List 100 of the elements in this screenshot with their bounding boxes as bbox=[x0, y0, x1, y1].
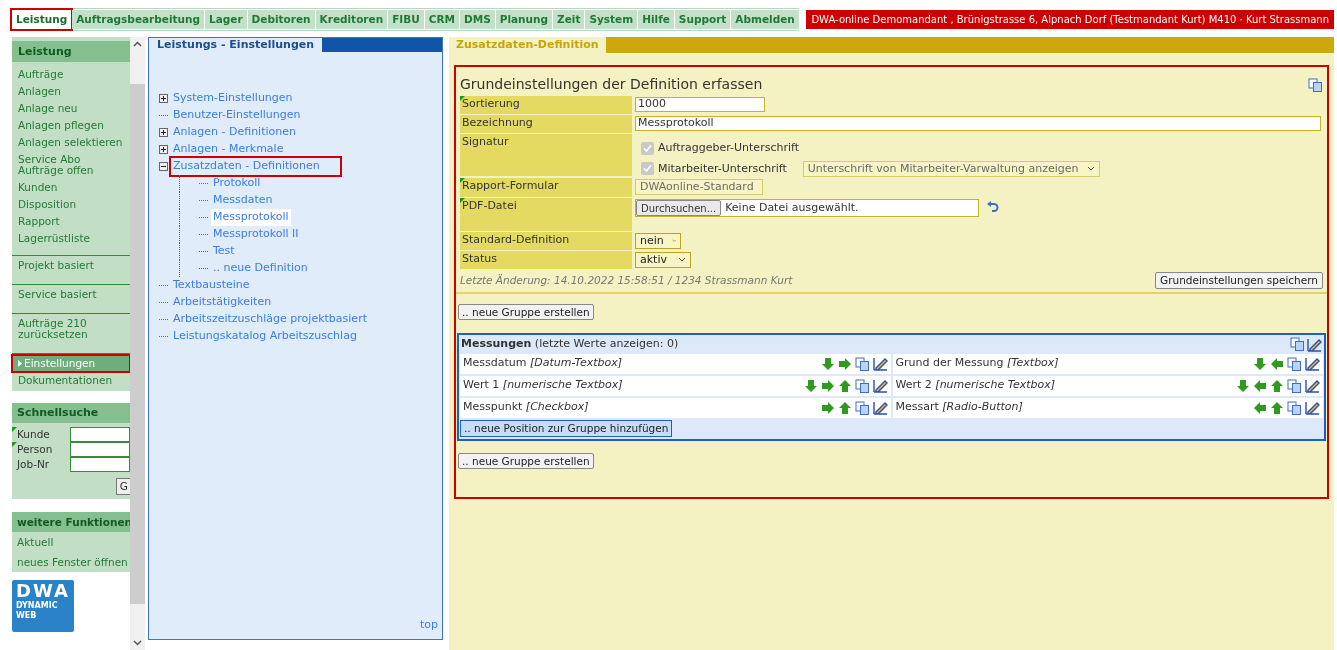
tree-link[interactable]: Protokoll bbox=[211, 175, 263, 192]
tree-link[interactable]: Anlagen - Definitionen bbox=[171, 124, 298, 141]
nav-tab[interactable]: Support bbox=[674, 10, 731, 29]
tree-link[interactable]: Zusatzdaten - Definitionen bbox=[171, 158, 340, 175]
sidebar-item[interactable]: Projekt basiert bbox=[12, 257, 130, 274]
add-position-button[interactable]: .. neue Position zur Gruppe hinzufügen bbox=[460, 419, 673, 437]
arrow-up-icon[interactable] bbox=[837, 400, 852, 415]
arrow-down-icon[interactable] bbox=[1253, 356, 1267, 371]
text-field[interactable]: 1000 bbox=[635, 97, 765, 112]
expand-icon[interactable] bbox=[159, 128, 168, 137]
checkmark-icon bbox=[643, 164, 652, 174]
sidebar-item[interactable]: Lagerrüstliste bbox=[12, 230, 130, 247]
nav-tab[interactable]: Abmelden bbox=[731, 10, 799, 29]
copy-icon[interactable] bbox=[1287, 378, 1302, 393]
panel-tab[interactable]: Zusatzdaten-Definition bbox=[449, 37, 606, 53]
search-field[interactable] bbox=[70, 427, 130, 442]
arrow-right-icon[interactable] bbox=[820, 378, 835, 393]
required-marker-icon bbox=[460, 178, 465, 183]
arrow-up-icon[interactable] bbox=[1270, 378, 1284, 393]
arrow-up-icon[interactable] bbox=[1270, 400, 1284, 415]
nav-tab[interactable]: Auftragsbearbeitung bbox=[72, 10, 204, 29]
undo-icon[interactable] bbox=[987, 201, 999, 213]
sidebar-item[interactable]: Disposition bbox=[12, 196, 130, 213]
scroll-down-icon[interactable] bbox=[133, 640, 142, 646]
sidebar-item[interactable]: Service basiert bbox=[12, 286, 130, 303]
collapse-icon[interactable] bbox=[159, 162, 168, 171]
scroll-up-icon[interactable] bbox=[133, 41, 142, 47]
arrow-down-icon[interactable] bbox=[803, 378, 818, 393]
nav-tab[interactable]: FIBU bbox=[388, 10, 424, 29]
scrollbar[interactable] bbox=[130, 37, 145, 650]
function-link[interactable]: neues Fenster öffnen bbox=[12, 552, 130, 572]
tree-link[interactable]: Messprotokoll II bbox=[211, 226, 301, 243]
tree-link[interactable]: Textbausteine bbox=[171, 277, 252, 294]
sidebar-item[interactable]: Aufträge bbox=[12, 66, 130, 83]
arrow-left-icon[interactable] bbox=[1270, 356, 1284, 371]
top-link[interactable]: top bbox=[419, 616, 438, 633]
copy-icon[interactable] bbox=[854, 356, 870, 371]
arrow-down-icon[interactable] bbox=[1236, 378, 1250, 393]
tree-link[interactable]: Arbeitstätigkeiten bbox=[171, 294, 274, 311]
select-field[interactable]: nein bbox=[635, 233, 681, 249]
tree-link[interactable]: Anlagen - Merkmale bbox=[171, 141, 286, 158]
file-field[interactable]: Durchsuchen... Keine Datei ausgewählt. bbox=[635, 199, 979, 217]
sidebar-item[interactable]: Rapport bbox=[12, 213, 130, 230]
function-link[interactable]: Aktuell bbox=[12, 532, 130, 552]
nav-tab[interactable]: Zeit bbox=[553, 10, 585, 29]
edit-icon[interactable] bbox=[1305, 356, 1320, 371]
arrow-up-icon[interactable] bbox=[837, 378, 852, 393]
copy-icon[interactable] bbox=[1308, 77, 1323, 92]
edit-icon[interactable] bbox=[872, 378, 888, 393]
copy-icon[interactable] bbox=[854, 400, 870, 415]
sidebar-item[interactable]: Anlage neu bbox=[12, 100, 130, 117]
edit-icon[interactable] bbox=[1305, 378, 1320, 393]
nav-tab[interactable]: DMS bbox=[460, 10, 495, 29]
arrow-left-icon[interactable] bbox=[1253, 400, 1267, 415]
tree-link[interactable]: Test bbox=[211, 243, 237, 260]
go-button[interactable]: G bbox=[115, 478, 130, 495]
sidebar-item[interactable]: Einstellungen bbox=[12, 355, 130, 372]
arrow-right-icon[interactable] bbox=[820, 400, 835, 415]
nav-tab[interactable]: Debitoren bbox=[247, 10, 315, 29]
select-field[interactable]: aktiv bbox=[635, 252, 691, 268]
sidebar-item[interactable]: Anlagen pflegen bbox=[12, 117, 130, 134]
save-button[interactable]: Grundeinstellungen speichern bbox=[1155, 272, 1323, 289]
edit-icon[interactable] bbox=[872, 356, 888, 371]
new-group-button[interactable]: .. neue Gruppe erstellen bbox=[458, 453, 594, 469]
edit-icon[interactable] bbox=[1305, 400, 1320, 415]
tree-link[interactable]: Leistungskatalog Arbeitszuschlag bbox=[171, 328, 359, 345]
sidebar-item[interactable]: Aufträge 210 zurücksetzen bbox=[12, 315, 130, 343]
browse-button[interactable]: Durchsuchen... bbox=[636, 200, 722, 216]
edit-icon[interactable] bbox=[1307, 336, 1322, 352]
arrow-right-icon[interactable] bbox=[837, 356, 852, 371]
expand-icon[interactable] bbox=[159, 145, 168, 154]
nav-tab[interactable]: Planung bbox=[495, 10, 553, 29]
new-group-button[interactable]: .. neue Gruppe erstellen bbox=[458, 304, 594, 320]
sidebar-item[interactable]: Anlagen bbox=[12, 83, 130, 100]
nav-tab[interactable]: Lager bbox=[205, 10, 247, 29]
copy-icon[interactable] bbox=[854, 378, 870, 393]
tree-link[interactable]: Messprotokoll bbox=[211, 209, 291, 226]
tree-link[interactable]: Benutzer-Einstellungen bbox=[171, 107, 303, 124]
nav-tab[interactable]: Hilfe bbox=[638, 10, 674, 29]
nav-tab[interactable]: CRM bbox=[424, 10, 459, 29]
nav-tab[interactable]: Kreditoren bbox=[315, 10, 388, 29]
sidebar-item[interactable]: Kunden bbox=[12, 179, 130, 196]
tree-link[interactable]: System-Einstellungen bbox=[171, 90, 295, 107]
search-field[interactable] bbox=[70, 442, 130, 457]
sidebar-item[interactable]: Service Abo Aufträge offen bbox=[12, 151, 130, 179]
tree-link[interactable]: Arbeitszeitzuschläge projektbasiert bbox=[171, 311, 369, 328]
copy-icon[interactable] bbox=[1287, 356, 1302, 371]
arrow-down-icon[interactable] bbox=[820, 356, 835, 371]
copy-icon[interactable] bbox=[1287, 400, 1302, 415]
text-field[interactable]: Messprotokoll bbox=[635, 116, 1321, 131]
sidebar-item[interactable]: Anlagen selektieren bbox=[12, 134, 130, 151]
tree-link[interactable]: Messdaten bbox=[211, 192, 275, 209]
nav-tab[interactable]: System bbox=[585, 10, 638, 29]
expand-icon[interactable] bbox=[159, 94, 168, 103]
arrow-left-icon[interactable] bbox=[1253, 378, 1267, 393]
sidebar-item[interactable]: Dokumentationen bbox=[12, 372, 130, 389]
copy-icon[interactable] bbox=[1290, 336, 1305, 351]
search-field[interactable] bbox=[70, 457, 130, 472]
edit-icon[interactable] bbox=[872, 400, 888, 415]
tree-link[interactable]: .. neue Definition bbox=[211, 260, 310, 277]
